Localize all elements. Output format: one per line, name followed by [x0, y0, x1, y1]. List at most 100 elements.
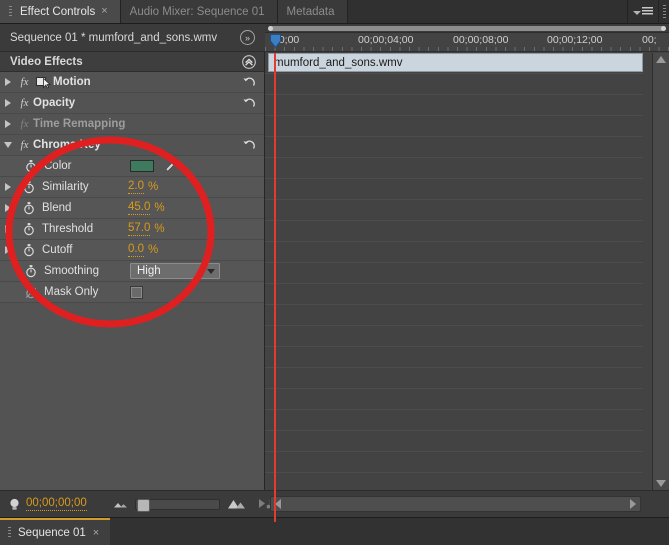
param-row-cutoff[interactable]: Cutoff 0.0 % — [0, 240, 264, 261]
ruler-tick: 00;00;08;00 — [453, 34, 509, 46]
reset-icon[interactable] — [242, 138, 256, 152]
tab-effect-controls[interactable]: Effect Controls × — [0, 0, 121, 23]
disclosure-triangle-icon[interactable] — [0, 225, 16, 233]
status-bar: 00;00;00;00 — [0, 490, 669, 517]
stopwatch-icon[interactable] — [18, 264, 44, 278]
panel-menu-button[interactable] — [628, 0, 658, 23]
disclosure-triangle-icon[interactable] — [0, 78, 16, 86]
double-chevron-up-icon[interactable] — [242, 54, 256, 69]
disclosure-triangle-icon[interactable] — [0, 120, 16, 128]
timeline-pane: 00;00 00;00;04;00 00;00;08;00 00;00;12;0… — [265, 24, 669, 522]
smoothing-value: High — [137, 265, 161, 277]
effect-label: Opacity — [33, 97, 76, 109]
double-chevron-right-icon[interactable]: » — [240, 30, 255, 45]
tab-grip-icon — [8, 527, 11, 538]
sequence-header: Sequence 01 * mumford_and_sons.wmv » — [0, 24, 265, 52]
param-value[interactable]: 2.0 — [128, 180, 144, 194]
close-icon[interactable]: × — [101, 6, 107, 17]
clip-name: mumford_and_sons.wmv — [274, 56, 403, 69]
vertical-scrollbar[interactable] — [652, 53, 669, 490]
disclosure-triangle-icon[interactable] — [0, 142, 16, 148]
effect-label: Chroma Key — [33, 139, 101, 151]
eyedropper-icon[interactable] — [164, 159, 178, 173]
fx-badge-icon: fx — [20, 118, 29, 130]
ruler-tick: 00;00;12;00 — [547, 34, 603, 46]
param-label: Blend — [42, 202, 72, 214]
disclosure-triangle-icon[interactable] — [0, 183, 16, 191]
scroll-up-icon[interactable] — [656, 56, 666, 63]
effect-controls-panel: Effect Controls × Audio Mixer: Sequence … — [0, 0, 669, 545]
param-row-color[interactable]: Color — [0, 156, 264, 177]
stopwatch-icon[interactable] — [16, 201, 42, 215]
param-row-blend[interactable]: Blend 45.0 % — [0, 198, 264, 219]
fx-badge-icon[interactable]: fx — [16, 76, 33, 88]
effect-row-motion[interactable]: fx Motion — [0, 72, 264, 93]
large-mountain-icon[interactable] — [227, 498, 246, 510]
param-unit: % — [154, 222, 165, 235]
param-row-mask-only[interactable]: Mask Only — [0, 282, 264, 303]
effect-row-chroma-key[interactable]: fx Chroma Key — [0, 135, 264, 156]
ruler-tick-marks — [265, 47, 669, 51]
effect-label: Time Remapping — [33, 118, 126, 130]
sequence-title: Sequence 01 * mumford_and_sons.wmv — [10, 31, 218, 44]
reset-icon[interactable] — [242, 75, 256, 89]
close-icon[interactable]: × — [93, 527, 99, 539]
effects-list: Video Effects fx Motion fx Opacity fx Ti… — [0, 52, 265, 490]
param-value[interactable]: 57.0 — [128, 222, 151, 236]
zoom-slider-handle[interactable] — [136, 498, 150, 512]
timeline-zoom-bar[interactable] — [265, 24, 669, 33]
stopwatch-icon[interactable] — [16, 222, 42, 236]
tab-grip-icon — [9, 6, 12, 17]
param-row-smoothing[interactable]: Smoothing High — [0, 261, 264, 282]
zoom-track[interactable] — [268, 25, 666, 31]
mask-only-checkbox[interactable] — [130, 285, 143, 299]
tab-metadata[interactable]: Metadata — [277, 0, 348, 23]
param-label: Smoothing — [44, 265, 99, 277]
stopwatch-icon[interactable] — [16, 180, 42, 194]
tab-label: Metadata — [286, 5, 335, 18]
disclosure-triangle-icon[interactable] — [0, 99, 16, 107]
tab-label: Audio Mixer: Sequence 01 — [129, 5, 265, 18]
scroll-down-icon[interactable] — [656, 480, 666, 487]
scroll-right-icon[interactable] — [630, 499, 636, 509]
param-value[interactable]: 45.0 — [128, 201, 151, 215]
panel-drag-handle[interactable] — [658, 0, 669, 23]
panel-tab-bar: Effect Controls × Audio Mixer: Sequence … — [0, 0, 669, 24]
playhead-marker-icon[interactable] — [270, 34, 281, 49]
effect-row-time-remapping[interactable]: fx Time Remapping — [0, 114, 264, 135]
effect-row-opacity[interactable]: fx Opacity — [0, 93, 264, 114]
stopwatch-icon[interactable] — [18, 285, 44, 299]
tab-bar-filler — [347, 0, 628, 23]
stopwatch-icon[interactable] — [16, 243, 42, 257]
current-timecode[interactable]: 00;00;00;00 — [26, 497, 87, 511]
fx-badge-icon[interactable]: fx — [16, 139, 33, 151]
chevron-down-icon[interactable] — [201, 264, 219, 278]
disclosure-triangle-icon[interactable] — [0, 246, 16, 254]
video-effects-label: Video Effects — [10, 55, 83, 68]
param-label: Mask Only — [44, 286, 99, 298]
sequence-tab[interactable]: Sequence 01 × — [0, 518, 111, 545]
fx-badge-icon[interactable]: fx — [16, 97, 33, 109]
keyframe-grid — [265, 53, 643, 490]
param-label: Cutoff — [42, 244, 73, 256]
keyframe-bulb-icon[interactable] — [9, 498, 20, 511]
color-swatch[interactable] — [130, 160, 154, 172]
param-value[interactable]: 0.0 — [128, 243, 144, 257]
ruler-tick: 00; — [642, 34, 657, 46]
tab-audio-mixer[interactable]: Audio Mixer: Sequence 01 — [120, 0, 278, 23]
param-unit: % — [148, 243, 159, 256]
reset-icon[interactable] — [242, 96, 256, 110]
small-mountain-icon[interactable] — [113, 499, 128, 509]
zoom-slider[interactable] — [134, 498, 220, 512]
smoothing-dropdown[interactable]: High — [130, 263, 220, 279]
ruler-tick: 00;00;04;00 — [358, 34, 414, 46]
disclosure-triangle-icon[interactable] — [0, 204, 16, 212]
clip-strip[interactable]: mumford_and_sons.wmv — [268, 53, 643, 72]
param-row-similarity[interactable]: Similarity 2.0 % — [0, 177, 264, 198]
sequence-tab-label: Sequence 01 — [18, 526, 86, 539]
param-unit: % — [154, 201, 165, 214]
stopwatch-icon[interactable] — [18, 159, 44, 173]
param-row-threshold[interactable]: Threshold 57.0 % — [0, 219, 264, 240]
horizontal-scrollbar[interactable] — [270, 496, 641, 512]
timeline-ruler[interactable]: 00;00 00;00;04;00 00;00;08;00 00;00;12;0… — [265, 33, 669, 52]
